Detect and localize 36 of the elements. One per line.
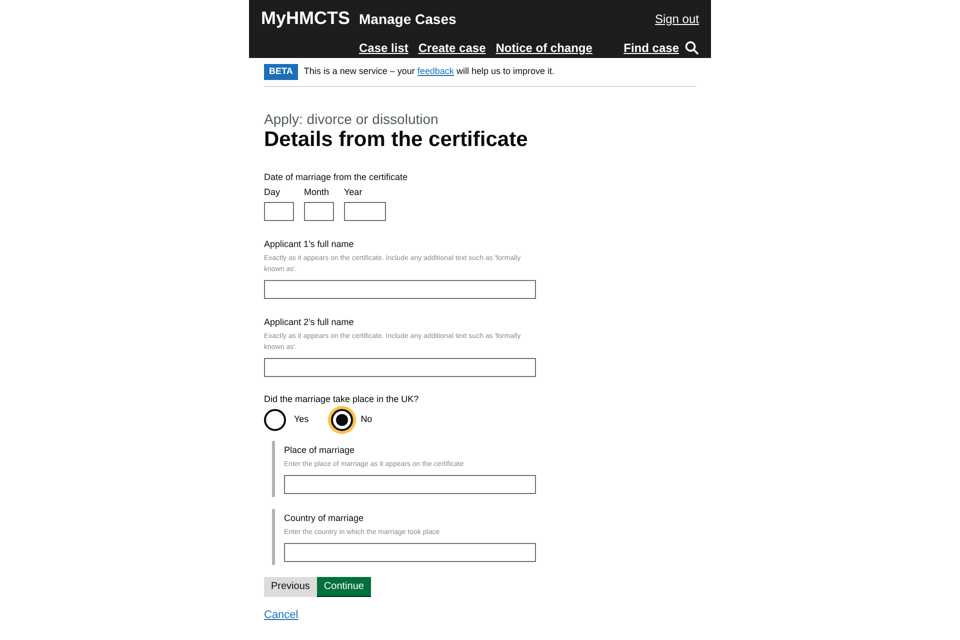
text-input[interactable] (284, 474, 536, 494)
date-part-label: Day (264, 186, 282, 198)
text-input[interactable] (264, 280, 536, 298)
previous-button[interactable]: Previous (264, 576, 317, 596)
beta-message: This is a new service – your feedback will help us to improve it. (304, 65, 554, 78)
feedback-link[interactable]: feedback (417, 66, 454, 76)
field-label: Place of marriage (284, 444, 356, 456)
page-title: Details from the certificate (264, 127, 529, 152)
radio-button[interactable] (330, 408, 353, 430)
date-part-label: Month (304, 186, 330, 198)
sign-out-link[interactable]: Sign out (654, 10, 699, 28)
field-label: Country of marriage (284, 512, 365, 524)
nav-link[interactable]: Case list (359, 39, 408, 57)
text-input[interactable] (284, 542, 536, 562)
field-label: Date of marriage from the certificate (264, 170, 409, 182)
nav-link[interactable]: Create case (418, 39, 486, 57)
nav-link[interactable]: Notice of change (496, 39, 592, 57)
field-label: Applicant 2's full name (264, 316, 355, 328)
find-case-link[interactable]: Find case (624, 39, 679, 57)
search-icon[interactable] (685, 41, 699, 55)
service-name: Manage Cases (359, 10, 456, 29)
radio-label: No (360, 412, 372, 426)
date-input[interactable] (344, 202, 386, 220)
logo[interactable]: MyHMCTS (261, 5, 350, 32)
date-input[interactable] (304, 202, 334, 220)
radio-button[interactable] (264, 408, 286, 430)
question-label: Did the marriage take place in the UK? (264, 392, 420, 404)
date-part-label: Year (344, 186, 364, 198)
page-caption: Apply: divorce or dissolution (264, 110, 440, 126)
continue-button[interactable]: Continue (316, 576, 371, 596)
radio-label: Yes (294, 412, 309, 426)
date-input[interactable] (264, 202, 294, 220)
beta-tag: BETA (264, 64, 298, 80)
cancel-link[interactable]: Cancel (264, 606, 298, 623)
field-label: Applicant 1's full name (264, 238, 355, 250)
text-input[interactable] (264, 358, 536, 376)
